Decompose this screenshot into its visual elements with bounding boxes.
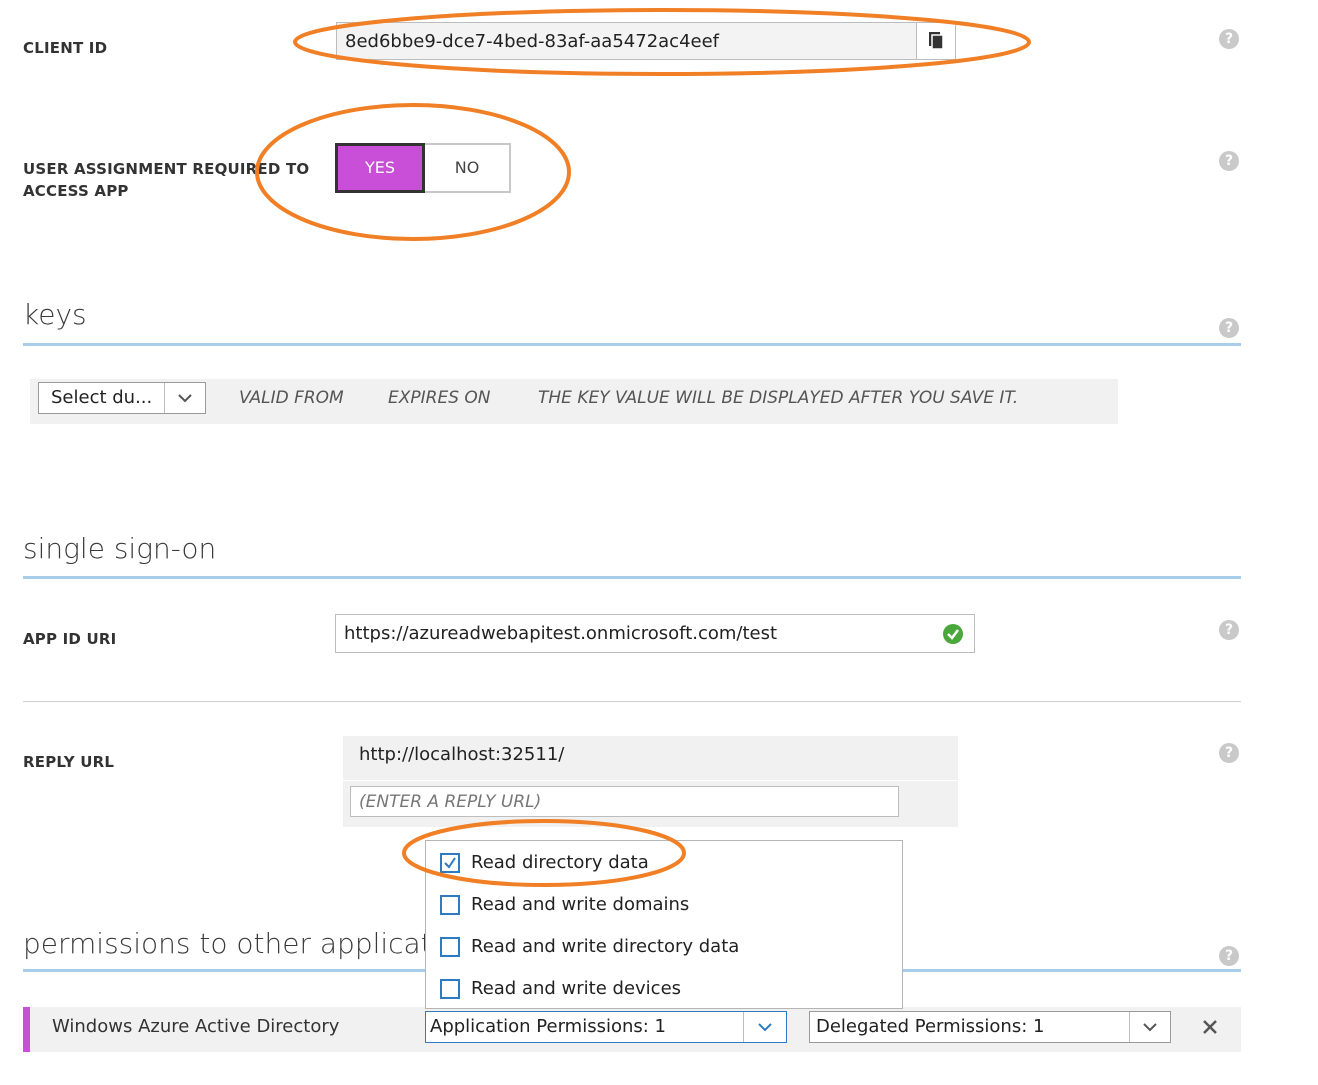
client-id-value: 8ed6bbe9-dce7-4bed-83af-aa5472ac4eef bbox=[345, 31, 720, 52]
keys-section-title: keys bbox=[23, 298, 87, 331]
remove-permission-button[interactable] bbox=[1200, 1017, 1220, 1037]
permission-option-read-directory-data[interactable]: Read directory data bbox=[440, 848, 880, 882]
delegated-permissions-select[interactable]: Delegated Permissions: 1 bbox=[809, 1011, 1171, 1043]
permission-checkbox[interactable] bbox=[440, 979, 460, 999]
client-id-field[interactable]: 8ed6bbe9-dce7-4bed-83af-aa5472ac4eef bbox=[336, 22, 956, 60]
application-permissions-value: Application Permissions: 1 bbox=[430, 1016, 666, 1037]
reply-url-label: REPLY URL bbox=[23, 753, 115, 771]
user-assignment-help-icon[interactable]: ? bbox=[1219, 151, 1239, 171]
permission-checkbox[interactable] bbox=[440, 937, 460, 957]
reply-url-list: http://localhost:32511/ (ENTER A REPLY U… bbox=[343, 736, 958, 827]
client-id-label: CLIENT ID bbox=[23, 39, 108, 57]
duration-dropdown-button[interactable] bbox=[164, 383, 205, 413]
permission-checkbox[interactable] bbox=[440, 853, 460, 873]
reply-url-row[interactable]: http://localhost:32511/ bbox=[343, 736, 958, 781]
permission-app-name: Windows Azure Active Directory bbox=[52, 1016, 340, 1037]
close-icon bbox=[1203, 1020, 1217, 1034]
valid-check-icon bbox=[943, 624, 963, 644]
single-sign-on-section-divider bbox=[23, 576, 1241, 579]
app-id-uri-label: APP ID URI bbox=[23, 630, 117, 648]
chevron-down-icon bbox=[1143, 1023, 1157, 1032]
valid-from-header: VALID FROM bbox=[239, 388, 344, 408]
user-assignment-toggle[interactable]: YES NO bbox=[335, 143, 511, 193]
chevron-down-icon bbox=[178, 394, 192, 403]
permission-option-read-write-devices[interactable]: Read and write devices bbox=[440, 974, 880, 1008]
user-assignment-label: USER ASSIGNMENT REQUIRED TO ACCESS APP bbox=[23, 158, 309, 202]
duration-select-value: Select du... bbox=[51, 387, 153, 408]
permission-row: Windows Azure Active Directory Applicati… bbox=[23, 1007, 1241, 1052]
delegated-permissions-value: Delegated Permissions: 1 bbox=[816, 1016, 1045, 1037]
permissions-help-icon[interactable]: ? bbox=[1219, 946, 1239, 966]
keys-row: Select du... VALID FROM EXPIRES ON THE K… bbox=[30, 379, 1118, 424]
single-sign-on-section-title: single sign-on bbox=[23, 532, 217, 565]
permission-option-label: Read and write directory data bbox=[471, 936, 740, 957]
permission-option-label: Read and write devices bbox=[471, 978, 682, 999]
chevron-down-icon bbox=[758, 1023, 772, 1032]
permission-option-label: Read directory data bbox=[471, 852, 649, 873]
app-id-uri-divider bbox=[23, 701, 1241, 702]
permission-option-label: Read and write domains bbox=[471, 894, 690, 915]
key-value-note: THE KEY VALUE WILL BE DISPLAYED AFTER YO… bbox=[538, 388, 1019, 408]
checkmark-icon bbox=[444, 857, 456, 869]
yes-option[interactable]: YES bbox=[335, 143, 425, 193]
no-option[interactable]: NO bbox=[425, 145, 509, 191]
permission-option-read-write-directory-data[interactable]: Read and write directory data bbox=[440, 932, 880, 966]
permissions-section-title: permissions to other applications bbox=[23, 927, 489, 960]
permission-checkbox[interactable] bbox=[440, 895, 460, 915]
keys-section-divider bbox=[23, 343, 1241, 346]
application-permissions-dropdown-button[interactable] bbox=[743, 1012, 786, 1042]
copy-icon bbox=[929, 32, 944, 50]
app-id-uri-help-icon[interactable]: ? bbox=[1219, 620, 1239, 640]
permission-option-read-write-domains[interactable]: Read and write domains bbox=[440, 890, 880, 924]
delegated-permissions-dropdown-button[interactable] bbox=[1129, 1012, 1170, 1042]
reply-url-help-icon[interactable]: ? bbox=[1219, 743, 1239, 763]
user-assignment-label-line2: ACCESS APP bbox=[23, 182, 129, 200]
reply-url-input[interactable]: (ENTER A REPLY URL) bbox=[350, 786, 899, 817]
application-permissions-dropdown: Read directory data Read and write domai… bbox=[425, 840, 903, 1009]
duration-select[interactable]: Select du... bbox=[38, 382, 206, 414]
reply-url-placeholder: (ENTER A REPLY URL) bbox=[359, 792, 542, 812]
user-assignment-label-line1: USER ASSIGNMENT REQUIRED TO bbox=[23, 160, 310, 178]
client-id-help-icon[interactable]: ? bbox=[1219, 29, 1239, 49]
copy-button[interactable] bbox=[916, 23, 955, 59]
application-permissions-select[interactable]: Application Permissions: 1 bbox=[425, 1011, 787, 1043]
expires-on-header: EXPIRES ON bbox=[388, 388, 491, 408]
app-id-uri-value: https://azureadwebapitest.onmicrosoft.co… bbox=[344, 623, 778, 644]
keys-help-icon[interactable]: ? bbox=[1219, 318, 1239, 338]
app-id-uri-input[interactable]: https://azureadwebapitest.onmicrosoft.co… bbox=[335, 614, 975, 653]
permission-row-accent bbox=[23, 1007, 30, 1052]
reply-url-value: http://localhost:32511/ bbox=[359, 744, 565, 765]
